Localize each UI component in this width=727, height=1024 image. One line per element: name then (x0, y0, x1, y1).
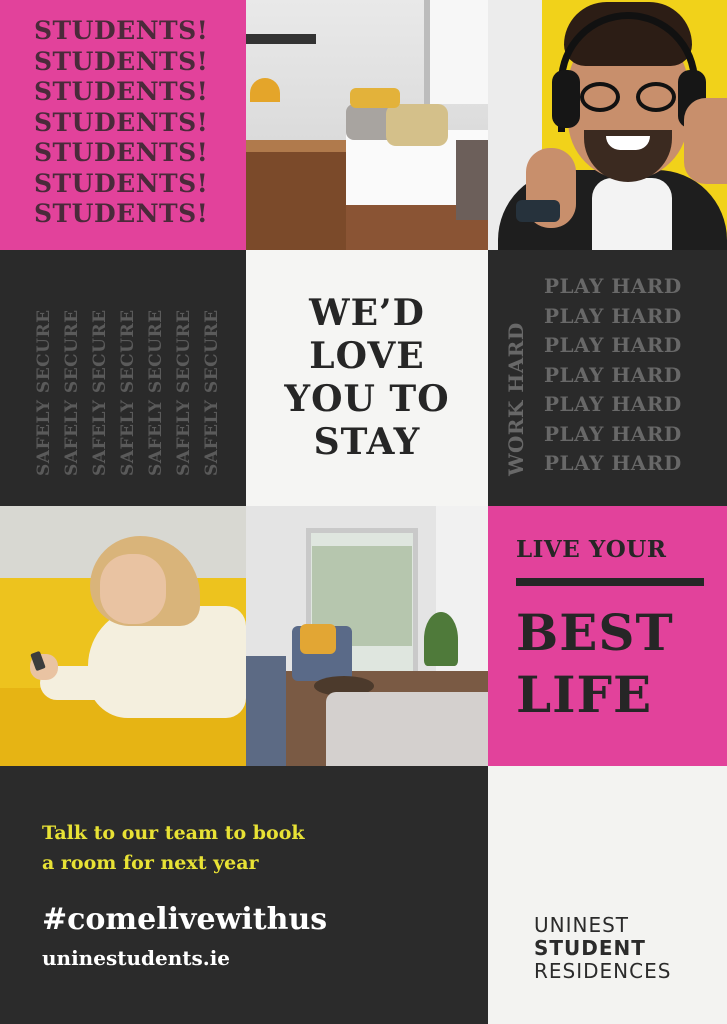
headline-line: WE’D (309, 292, 425, 334)
headline-line: LOVE (309, 335, 425, 377)
students-text: STUDENTS! (34, 138, 209, 167)
students-text: STUDENTS! (34, 46, 209, 76)
play-hard-text: PLAY HARD (544, 303, 682, 328)
live-your-text: LIVE YOUR (516, 536, 667, 563)
booking-text: Talk to our team to book (42, 822, 305, 844)
safely-secure-text: SAFELY SECURE (90, 309, 110, 476)
safely-secure-text: SAFELY SECURE (118, 309, 138, 476)
play-hard-text: PLAY HARD (544, 333, 682, 357)
student-headphones-photo (488, 0, 727, 250)
safely-secure-text: SAFELY SECURE (146, 309, 166, 476)
students-text: STUDENTS! (34, 107, 209, 137)
booking-text: a room for next year (42, 852, 259, 874)
student-phone-photo (0, 506, 246, 766)
safely-secure-panel: SAFELY SECURE SAFELY SECURE SAFELY SECUR… (0, 250, 246, 506)
life-text: LIFE (516, 665, 653, 724)
headline: WE’D LOVE YOU TO STAY (284, 292, 449, 464)
logo-line: RESIDENCES (534, 959, 672, 983)
logo-line: STUDENT (534, 936, 646, 960)
students-text: STUDENTS! (34, 199, 209, 228)
best-life-panel: LIVE YOUR BEST LIFE (488, 506, 727, 766)
headline-panel: WE’D LOVE YOU TO STAY (246, 250, 488, 506)
logo-panel: UNINEST STUDENT RESIDENCES (488, 766, 727, 1024)
hashtag: #comelivewithus (42, 902, 328, 937)
play-hard-text: PLAY HARD (544, 421, 682, 446)
headline-line: STAY (313, 421, 421, 463)
divider (516, 578, 704, 586)
play-hard-text: PLAY HARD (544, 274, 682, 298)
bedroom-photo (246, 0, 488, 250)
play-hard-panel: WORK HARD PLAY HARD PLAY HARD PLAY HARD … (488, 250, 727, 506)
work-hard-text: WORK HARD (504, 322, 528, 476)
play-hard-text: PLAY HARD (544, 362, 682, 387)
uninest-logo: UNINEST STUDENT RESIDENCES (534, 914, 671, 983)
best-text: BEST (516, 603, 674, 662)
website-link[interactable]: uninestudents.ie (42, 946, 230, 970)
students-text: STUDENTS! (34, 168, 209, 198)
safely-secure-text: SAFELY SECURE (202, 309, 222, 476)
students-text: STUDENTS! (34, 16, 209, 45)
play-hard-text: PLAY HARD (544, 451, 682, 475)
safely-secure-text: SAFELY SECURE (34, 309, 54, 476)
logo-line: UNINEST (534, 913, 630, 937)
safely-secure-text: SAFELY SECURE (174, 309, 194, 476)
students-text: STUDENTS! (34, 77, 209, 106)
safely-secure-text: SAFELY SECURE (62, 309, 82, 476)
contact-panel: Talk to our team to book a room for next… (0, 766, 488, 1024)
students-panel: STUDENTS! STUDENTS! STUDENTS! STUDENTS! … (0, 0, 246, 250)
play-hard-text: PLAY HARD (544, 392, 682, 416)
living-room-photo (246, 506, 488, 766)
headline-line: YOU TO (284, 378, 450, 420)
